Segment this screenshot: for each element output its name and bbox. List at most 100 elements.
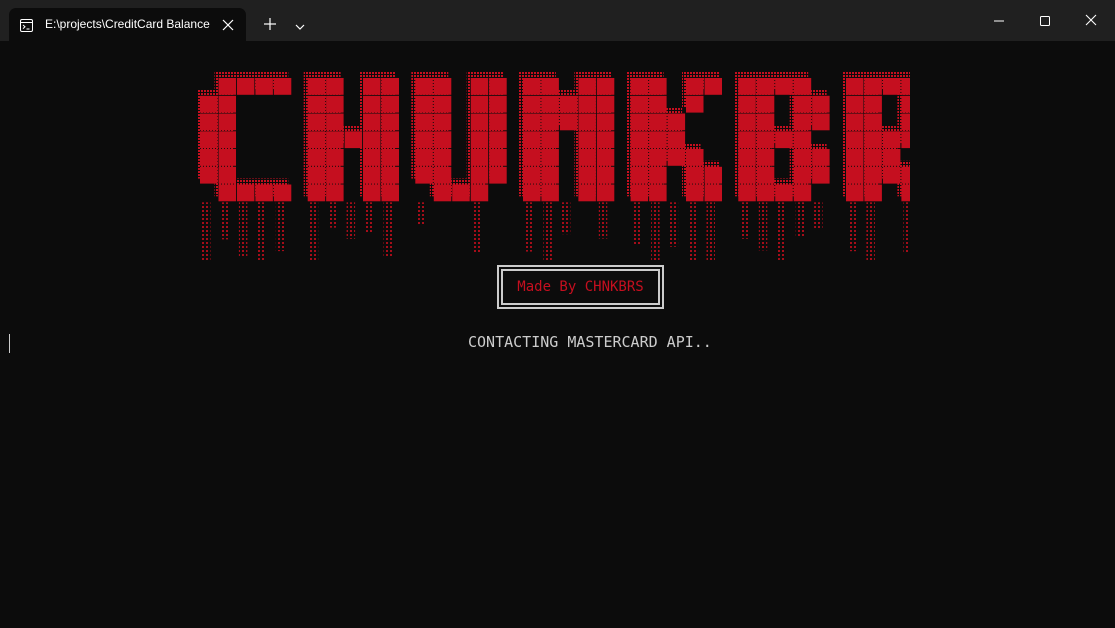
logo-pixel [649,131,667,149]
logo-pixel [415,131,433,149]
logo-pixel [541,131,559,149]
logo-drip [365,202,374,234]
logo-drip [651,202,660,260]
logo-pixel [363,166,381,184]
logo-drip [417,202,426,226]
logo-pixel [775,184,793,202]
logo-pixel [200,166,218,184]
logo-pixel [578,166,596,184]
logo-pixel [470,149,489,166]
logo-pixel [523,166,541,184]
logo-pixel [756,113,775,131]
logo-drip [706,202,715,260]
maximize-button[interactable] [1022,0,1068,41]
logo-pixel [882,166,901,184]
logo-pixel [649,149,667,166]
logo-pixel [775,131,793,149]
logo-drip [903,202,910,253]
logo-drip [561,202,571,235]
text-cursor [9,334,10,353]
logo-pixel [649,78,667,95]
logo-pixel [846,184,864,202]
logo-drip [275,202,285,252]
logo-pixel [559,113,578,131]
logo-drip [866,202,875,260]
logo-pixel [200,95,218,113]
terminal-output[interactable]: Made By CHNKBRS CONTACTING MASTERCARD AP… [0,41,1115,628]
logo-pixel [649,166,667,184]
logo-pixel [686,184,704,202]
tab-close-icon[interactable] [217,14,239,36]
logo-pixel [218,78,236,95]
logo-pixel [381,113,399,131]
logo-pixel [630,184,649,202]
logo-drip [598,202,608,239]
close-button[interactable] [1068,0,1114,41]
logo-pixel [523,78,541,95]
logo-pixel [630,113,649,131]
logo-pixel [793,95,812,113]
logo-pixel [704,78,722,95]
logo-pixel [326,131,344,149]
logo-pixel [738,149,756,166]
logo-pixel [882,78,901,95]
logo-pixel [578,149,596,166]
logo-pixel [200,149,218,166]
logo-pixel [452,184,470,202]
tab-dropdown-button[interactable] [288,9,312,39]
logo-pixel [738,166,756,184]
logo-pixel [381,184,399,202]
logo-pixel [649,184,667,202]
logo-pixel [363,113,381,131]
logo-pixel [433,184,452,202]
logo-pixel [218,149,236,166]
logo-pixel [200,131,218,149]
logo-pixel [578,184,596,202]
logo-pixel [470,95,489,113]
logo-pixel [846,149,864,166]
logo-pixel [433,78,452,95]
logo-pixel [846,131,864,149]
logo-pixel [882,149,901,166]
made-by-badge-inner: Made By CHNKBRS [501,269,660,305]
logo-pixel [793,78,812,95]
logo-pixel [864,131,882,149]
logo-pixel [381,166,399,184]
logo-pixel [489,95,507,113]
maximize-icon [1040,11,1050,30]
logo-pixel [489,131,507,149]
minimize-button[interactable] [976,0,1022,41]
logo-pixel [255,78,273,95]
tab-terminal[interactable]: E:\projects\CreditCard Balance Checker [9,8,246,41]
logo-pixel [882,131,901,149]
logo-pixel [218,166,236,184]
logo-pixel [541,184,559,202]
logo-pixel [864,166,882,184]
logo-pixel [433,113,452,131]
logo-pixel [470,131,489,149]
terminal-icon [20,17,33,32]
logo-pixel [793,113,812,131]
logo-pixel [363,95,381,113]
logo-pixel [307,131,326,149]
new-tab-button[interactable] [256,9,284,39]
logo-pixel [200,113,218,131]
chevron-down-icon [295,15,305,34]
logo-pixel [812,113,830,131]
logo-pixel [793,184,812,202]
logo-pixel [523,149,541,166]
logo-pixel [523,184,541,202]
logo-pixel [307,78,326,95]
logo-pixel [738,78,756,95]
logo-pixel [326,149,344,166]
logo-pixel [470,184,489,202]
logo-pixel [901,95,910,113]
logo-pixel [470,166,489,184]
logo-pixel [363,184,381,202]
logo-pixel [470,78,489,95]
logo-pixel [326,166,344,184]
logo-pixel [756,166,775,184]
logo-pixel [630,166,649,184]
logo-pixel [901,78,910,95]
logo-pixel [864,78,882,95]
